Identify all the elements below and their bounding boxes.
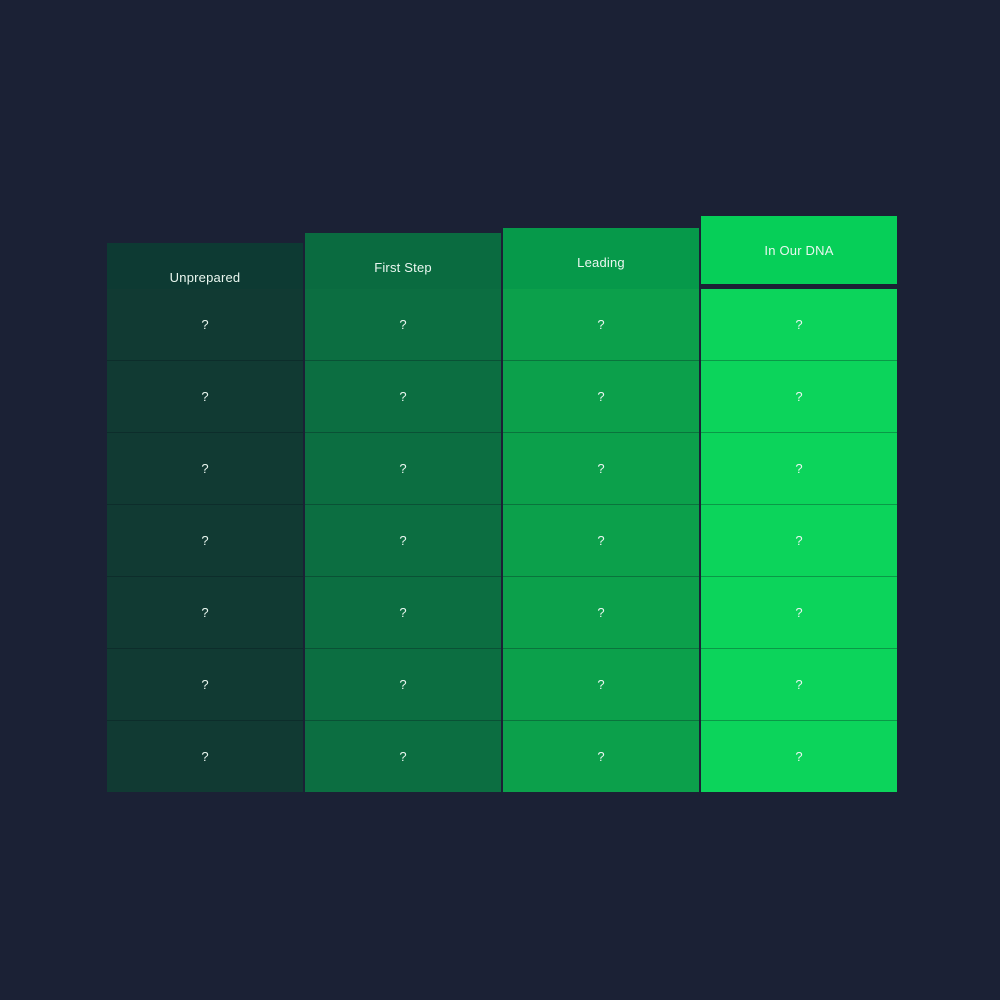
matrix-cell-value: ?	[399, 317, 407, 332]
matrix-cell[interactable]: ?	[503, 577, 699, 649]
matrix-cell[interactable]: ?	[701, 577, 897, 649]
matrix-cell-value: ?	[795, 461, 803, 476]
matrix-cell[interactable]: ?	[701, 361, 897, 433]
matrix-cell[interactable]: ?	[305, 505, 501, 577]
matrix-cell[interactable]: ?	[701, 721, 897, 792]
matrix-cell[interactable]: ?	[107, 577, 303, 649]
matrix-column-body: ???????	[305, 289, 501, 792]
matrix-cell-value: ?	[201, 677, 209, 692]
matrix-cell[interactable]: ?	[503, 721, 699, 792]
matrix-cell[interactable]: ?	[305, 577, 501, 649]
matrix-cell[interactable]: ?	[503, 505, 699, 577]
matrix-cell[interactable]: ?	[701, 433, 897, 505]
matrix-cell[interactable]: ?	[305, 649, 501, 721]
matrix-cell[interactable]: ?	[503, 361, 699, 433]
matrix-column: Unprepared???????	[107, 216, 303, 792]
matrix-column-header-label: First Step	[374, 259, 432, 275]
matrix-cell-value: ?	[795, 749, 803, 764]
matrix-cell-value: ?	[597, 749, 605, 764]
matrix-cell-value: ?	[597, 605, 605, 620]
matrix-cell[interactable]: ?	[107, 289, 303, 361]
matrix-cell-value: ?	[201, 749, 209, 764]
matrix-cell-value: ?	[795, 317, 803, 332]
matrix-cell[interactable]: ?	[305, 361, 501, 433]
matrix-cell-value: ?	[597, 677, 605, 692]
matrix-column: In Our DNA???????	[701, 216, 897, 792]
matrix-cell-value: ?	[399, 461, 407, 476]
matrix-cell[interactable]: ?	[503, 289, 699, 361]
matrix-cell-value: ?	[399, 749, 407, 764]
matrix-column-header-label: Leading	[577, 254, 625, 270]
matrix-cell[interactable]: ?	[305, 721, 501, 792]
matrix-cell[interactable]: ?	[503, 433, 699, 505]
matrix-cell-value: ?	[597, 533, 605, 548]
matrix-cell[interactable]: ?	[305, 433, 501, 505]
matrix-cell[interactable]: ?	[701, 505, 897, 577]
matrix-column-body: ???????	[503, 289, 699, 792]
matrix-cell-value: ?	[597, 317, 605, 332]
matrix-cell[interactable]: ?	[107, 433, 303, 505]
matrix-column-header-label: In Our DNA	[764, 242, 834, 258]
matrix-cell[interactable]: ?	[107, 649, 303, 721]
matrix-column: First Step???????	[305, 216, 501, 792]
matrix-cell[interactable]: ?	[701, 289, 897, 361]
matrix-cell-value: ?	[597, 461, 605, 476]
matrix-cell[interactable]: ?	[107, 505, 303, 577]
matrix-cell-value: ?	[201, 461, 209, 476]
matrix-cell-value: ?	[597, 389, 605, 404]
matrix-cell-value: ?	[795, 677, 803, 692]
matrix-cell-value: ?	[795, 605, 803, 620]
matrix-cell-value: ?	[201, 317, 209, 332]
matrix-cell[interactable]: ?	[107, 361, 303, 433]
matrix-cell-value: ?	[399, 605, 407, 620]
matrix-cell-value: ?	[795, 389, 803, 404]
matrix-column-header[interactable]: In Our DNA	[701, 216, 897, 284]
matrix-cell[interactable]: ?	[305, 289, 501, 361]
matrix-column-body: ???????	[701, 289, 897, 792]
matrix-cell-value: ?	[201, 389, 209, 404]
matrix-column-header[interactable]: Leading	[503, 228, 699, 296]
matrix-column-header-label: Unprepared	[169, 269, 241, 285]
matrix-cell[interactable]: ?	[701, 649, 897, 721]
matrix-column-body: ???????	[107, 289, 303, 792]
matrix-cell-value: ?	[399, 389, 407, 404]
maturity-matrix: Unprepared??????? First Step??????? Leadin…	[107, 216, 897, 792]
matrix-cell-value: ?	[201, 533, 209, 548]
matrix-cell-value: ?	[795, 533, 803, 548]
matrix-cell-value: ?	[399, 677, 407, 692]
matrix-cell-value: ?	[399, 533, 407, 548]
matrix-column: Leading???????	[503, 216, 699, 792]
matrix-cell-value: ?	[201, 605, 209, 620]
matrix-cell[interactable]: ?	[107, 721, 303, 792]
matrix-cell[interactable]: ?	[503, 649, 699, 721]
